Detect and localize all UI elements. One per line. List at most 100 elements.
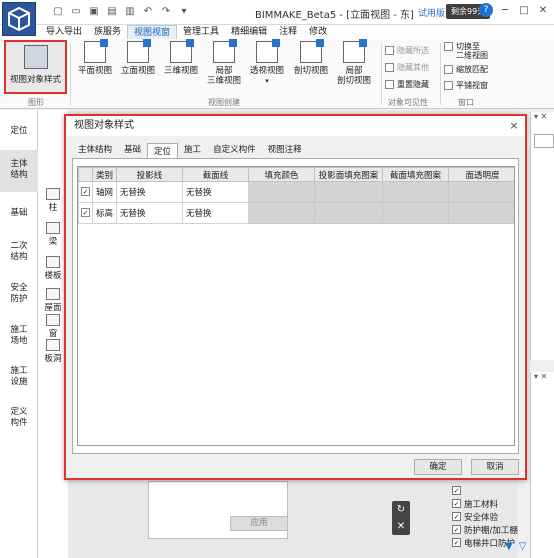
row-checkbox-cell[interactable]: ✓	[78, 202, 93, 224]
menu-annotate[interactable]: 注释	[273, 25, 303, 39]
hide-other-button[interactable]: 隐藏其他	[385, 62, 429, 73]
category-cell: 轴网	[92, 181, 117, 203]
filter-settings-icon[interactable]: ▽	[519, 541, 527, 552]
zoom-fit-button[interactable]: 缩放匹配	[444, 64, 488, 75]
rail-item-custom-component[interactable]: 定义 构件	[0, 407, 38, 429]
app-logo[interactable]	[2, 2, 36, 36]
projection-line-cell[interactable]: 无替换	[116, 202, 183, 224]
section-line-cell[interactable]: 无替换	[182, 181, 249, 203]
filter-icon[interactable]: ▼	[505, 541, 513, 552]
group-label-graphics: 图形	[28, 98, 44, 107]
checkbox[interactable]: ✓	[452, 525, 461, 534]
redo-icon[interactable]: ↷	[160, 5, 172, 17]
tab-custom-component[interactable]: 自定义构件	[207, 142, 262, 158]
local-3d-view-button[interactable]: 局部 三维视图	[207, 39, 241, 93]
plan-view-button[interactable]: 平面视图	[78, 39, 112, 93]
rail-item-facilities[interactable]: 施工 设施	[0, 366, 38, 388]
list-item[interactable]: ✓ 施工材料	[452, 497, 530, 510]
ribbon-separator	[70, 43, 71, 105]
tab-position[interactable]: 定位	[147, 143, 179, 159]
close-icon[interactable]: ✕	[397, 521, 405, 532]
rotate-icon[interactable]: ↻	[397, 504, 405, 515]
3d-view-icon	[170, 39, 194, 63]
column-icon	[46, 188, 60, 200]
component-slab[interactable]: 楼板	[40, 256, 66, 281]
reset-hidden-button[interactable]: 重置隐藏	[385, 79, 429, 90]
dialog-tabs: 主体结构 基础 定位 施工 自定义构件 视图注释	[72, 142, 308, 159]
open-folder-icon[interactable]: ▭	[70, 5, 82, 17]
trial-link[interactable]: 试用版	[418, 6, 445, 19]
menu-modify[interactable]: 修改	[303, 25, 333, 39]
save-as-icon[interactable]: ▤	[106, 5, 118, 17]
view-nav-control[interactable]: ↻ ✕	[392, 501, 410, 535]
menu-management-tools[interactable]: 管理工具	[177, 25, 225, 39]
3d-view-button[interactable]: 三维视图	[164, 39, 198, 93]
dropdown-arrow-icon[interactable]: ▾	[265, 76, 269, 86]
rail-item-foundation[interactable]: 基础	[0, 208, 38, 219]
menu-family-service[interactable]: 族服务	[88, 25, 127, 39]
roof-icon	[46, 288, 60, 300]
hide-selected-button[interactable]: 隐藏所选	[385, 45, 429, 56]
checkbox[interactable]: ✓	[452, 486, 461, 495]
rail-item-site[interactable]: 施工 场地	[0, 325, 38, 347]
apply-button[interactable]: 应用	[230, 516, 288, 531]
close-icon[interactable]: ✕	[536, 3, 550, 17]
ribbon-separator	[381, 43, 382, 105]
component-window[interactable]: 窗	[40, 314, 66, 339]
cancel-button[interactable]: 取消	[471, 459, 519, 475]
close-icon[interactable]: ×	[507, 119, 521, 133]
save-icon[interactable]: ▣	[88, 5, 100, 17]
tab-view-annotation[interactable]: 视图注释	[262, 142, 308, 158]
rail-item-safety[interactable]: 安全 防护	[0, 283, 38, 305]
row-checkbox-cell[interactable]: ✓	[78, 181, 93, 203]
list-item[interactable]: ✓	[452, 484, 530, 497]
local-section-view-button[interactable]: 局部 剖切视图	[337, 39, 371, 93]
tab-content: 类别 投影线 截面线 填充颜色 投影面填充图案 截面填充图案 面透明度 ✓ 轴网…	[72, 158, 519, 454]
panel-pin-icon[interactable]: ▾ ✕	[531, 372, 554, 381]
component-slab-opening[interactable]: 板洞	[40, 339, 66, 364]
new-file-icon[interactable]: ▢	[52, 5, 64, 17]
component-column[interactable]: 柱	[40, 188, 66, 213]
checkbox[interactable]: ✓	[452, 538, 461, 547]
section-view-button[interactable]: 剖切视图	[294, 39, 328, 93]
open-icon[interactable]: ▥	[124, 5, 136, 17]
column-header-category: 类别	[92, 167, 117, 182]
help-icon[interactable]: ?	[479, 3, 493, 17]
component-beam[interactable]: 梁	[40, 222, 66, 247]
tile-windows-button[interactable]: 平铺视窗	[444, 80, 488, 91]
list-item[interactable]: ✓ 防护棚/加工棚	[452, 523, 530, 536]
window-title: BIMMAKE_Beta5 - [立面视图 - 东]	[255, 10, 414, 21]
switch-view-icon	[444, 42, 453, 51]
rail-item-secondary-structure[interactable]: 二次 结构	[0, 241, 38, 263]
perspective-view-button[interactable]: 透视视图 ▾	[250, 39, 284, 93]
view-object-style-button[interactable]: 视图对象样式	[4, 40, 67, 94]
menu-fine-edit[interactable]: 精细编辑	[225, 25, 273, 39]
section-fill-cell	[382, 181, 449, 203]
tab-main-structure[interactable]: 主体结构	[72, 142, 118, 158]
maximize-icon[interactable]: □	[517, 3, 531, 17]
rail-item-position[interactable]: 定位	[0, 126, 38, 137]
section-line-cell[interactable]: 无替换	[182, 202, 249, 224]
component-roof[interactable]: 屋面	[40, 288, 66, 313]
checkbox[interactable]: ✓	[81, 208, 90, 217]
ok-button[interactable]: 确定	[414, 459, 462, 475]
checkbox[interactable]: ✓	[452, 512, 461, 521]
panel-pin-icon[interactable]: ▾ ✕	[531, 112, 554, 121]
beam-icon	[46, 222, 60, 234]
minimize-icon[interactable]: ─	[498, 3, 512, 17]
dropdown-arrow-icon[interactable]: ▾	[178, 5, 190, 17]
menu-view-window[interactable]: 视图视窗	[127, 25, 178, 39]
list-item[interactable]: ✓ 安全体验	[452, 510, 530, 523]
switch-2d-3d-button[interactable]: 切换至 二维视图	[444, 42, 488, 62]
quick-access-toolbar: ▢ ▭ ▣ ▤ ▥ ↶ ↷ ▾	[52, 5, 190, 17]
rail-item-main-structure[interactable]: 主体 结构	[0, 150, 38, 192]
tab-foundation[interactable]: 基础	[118, 142, 147, 158]
elevation-view-button[interactable]: 立面视图	[121, 39, 155, 93]
checkbox[interactable]: ✓	[81, 187, 90, 196]
menu-import-export[interactable]: 导入导出	[40, 25, 88, 39]
checkbox[interactable]: ✓	[452, 499, 461, 508]
undo-icon[interactable]: ↶	[142, 5, 154, 17]
tab-construction[interactable]: 施工	[178, 142, 207, 158]
right-panel-dropdown[interactable]	[534, 134, 554, 148]
projection-line-cell[interactable]: 无替换	[116, 181, 183, 203]
